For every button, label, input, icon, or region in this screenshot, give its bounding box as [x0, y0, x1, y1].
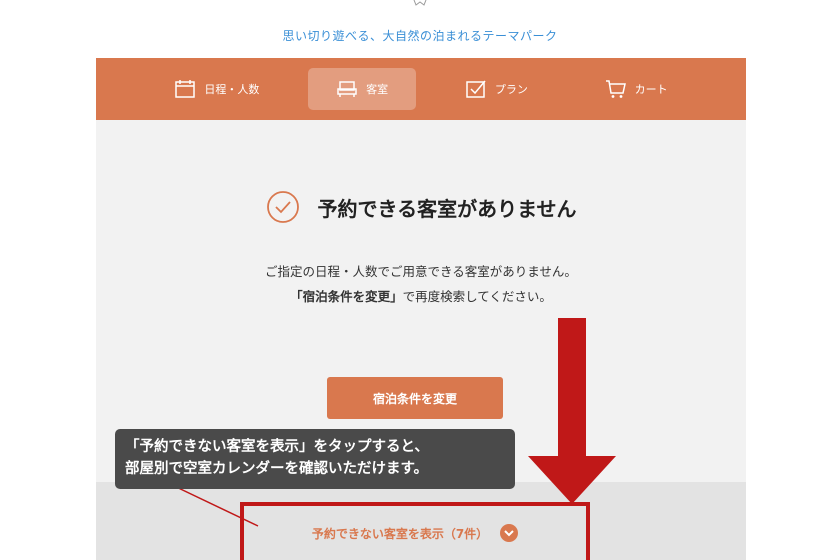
chevron-down-icon — [500, 524, 519, 542]
calendar-icon — [175, 80, 196, 98]
show-unavailable-label: 予約できない客室を表示（7件） — [311, 526, 489, 541]
search-again-text: で再度検索してください。 — [402, 289, 552, 304]
checkbox-icon — [466, 80, 486, 98]
logo-icon — [413, 0, 427, 6]
step-navigation: 日程・人数 客室 プラン カート — [96, 58, 746, 120]
callout-line-2: 部屋別で空室カレンダーを確認いただけます。 — [125, 461, 429, 477]
no-rooms-message: ご指定の日程・人数でご用意できる客室がありません。 — [265, 264, 577, 279]
nav-item-schedule[interactable]: 日程・人数 — [146, 68, 287, 110]
sofa-icon — [337, 81, 357, 97]
nav-item-plan[interactable]: プラン — [437, 68, 556, 110]
change-conditions-button[interactable]: 宿泊条件を変更 — [327, 377, 503, 419]
nav-item-label: プラン — [494, 83, 528, 96]
no-rooms-heading: 予約できる客室がありません — [96, 190, 746, 224]
nav-item-label: 日程・人数 — [204, 83, 260, 96]
main-content: 予約できる客室がありません ご指定の日程・人数でご用意できる客室がありません。 … — [96, 120, 746, 482]
show-unavailable-rooms-button[interactable]: 予約できない客室を表示（7件） — [240, 502, 590, 560]
annotation-callout: 「予約できない客室を表示」をタップすると、 部屋別で空室カレンダーを確認いただけ… — [115, 429, 515, 489]
cart-icon — [605, 80, 626, 98]
nav-item-cart[interactable]: カート — [577, 68, 696, 110]
change-conditions-emphasis: 「宿泊条件を変更」 — [290, 289, 403, 304]
arrow-down-icon — [528, 456, 616, 504]
nav-item-label: 客室 — [366, 83, 389, 96]
nav-item-label: カート — [634, 83, 668, 96]
tagline: 思い切り遊べる、大自然の泊まれるテーマパーク — [282, 29, 558, 43]
page-title: 予約できる客室がありません — [317, 196, 577, 221]
search-again-message: 「宿泊条件を変更」で再度検索してください。 — [96, 286, 746, 305]
annotation-arrow-shaft — [558, 318, 586, 458]
nav-item-room[interactable]: 客室 — [308, 68, 417, 110]
callout-line-1: 「予約できない客室を表示」をタップすると、 — [125, 439, 429, 455]
check-circle-icon — [266, 191, 299, 223]
